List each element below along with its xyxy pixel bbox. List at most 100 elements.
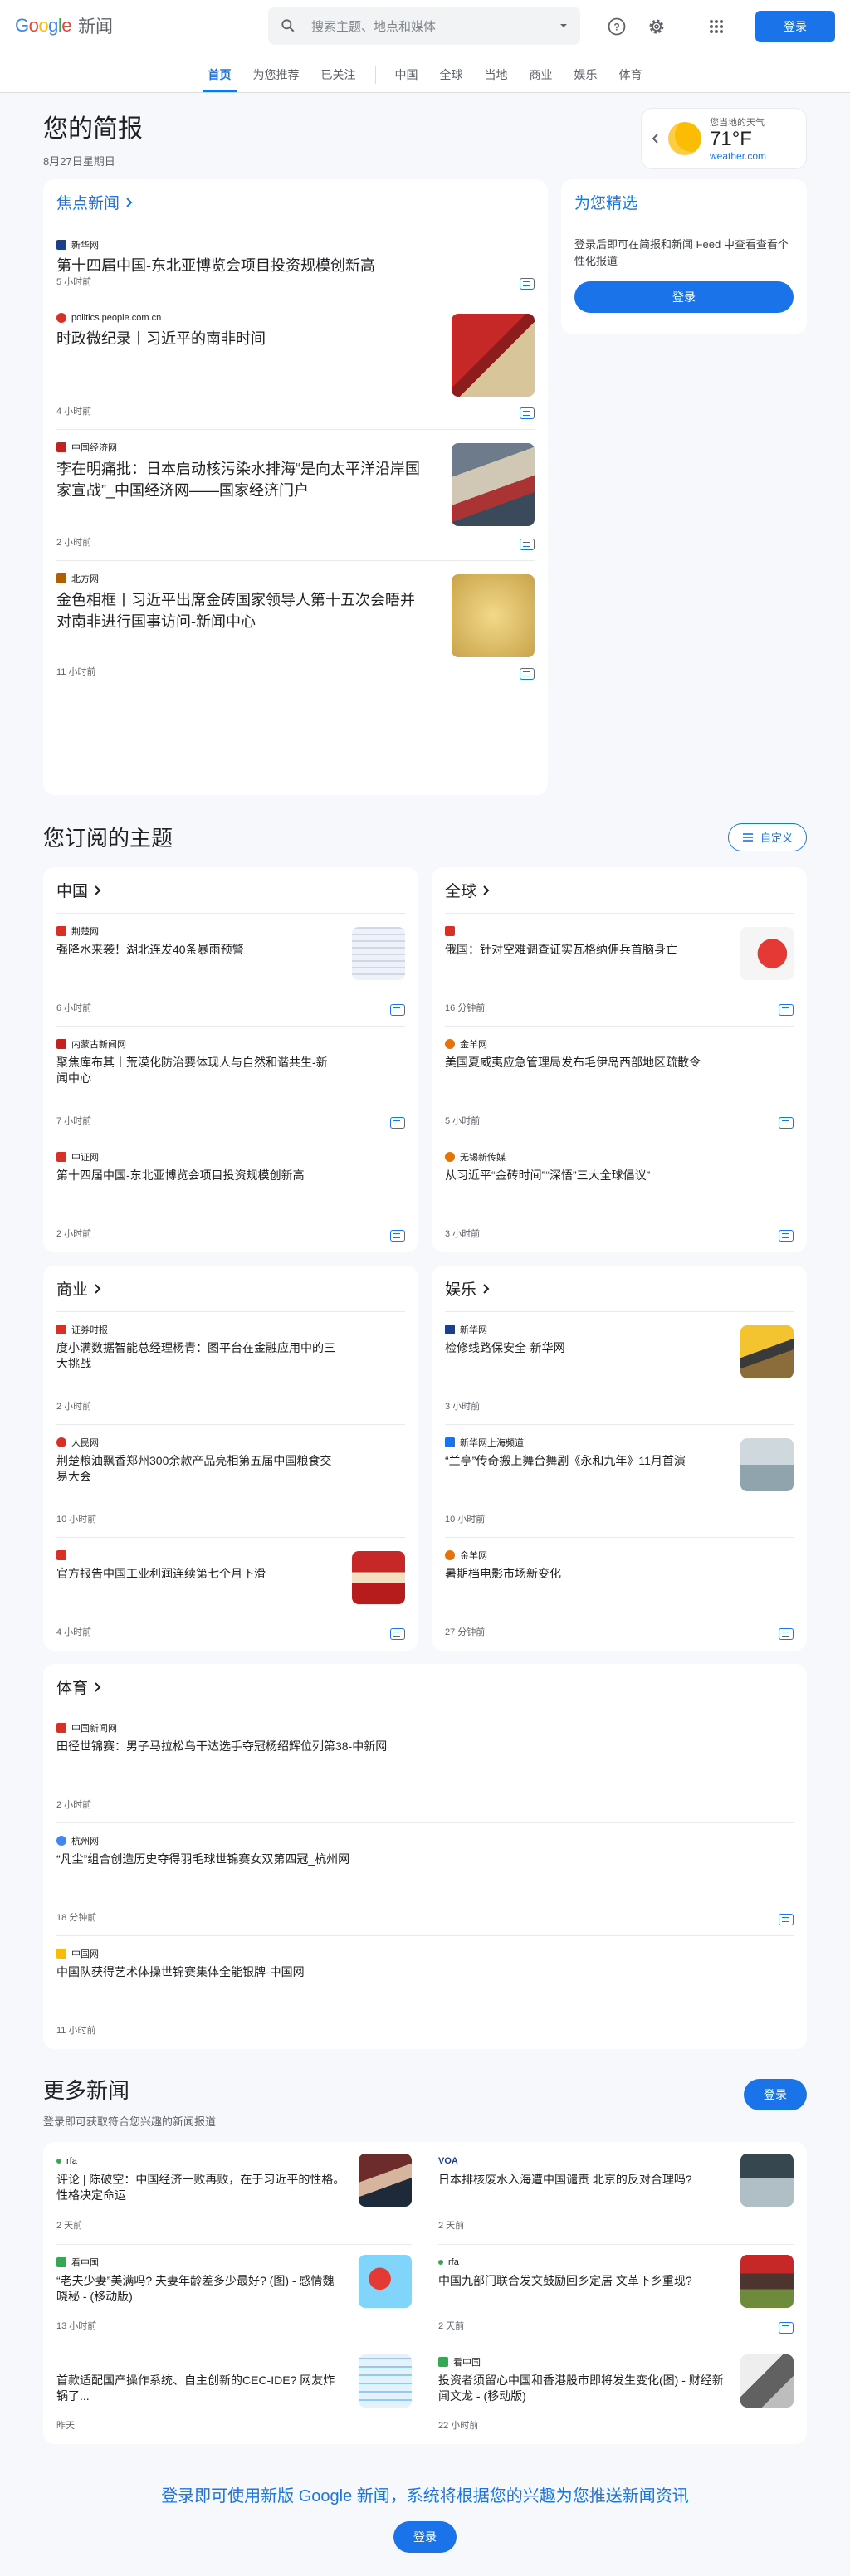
tab-business[interactable]: 商业	[519, 67, 564, 92]
top-article-2[interactable]: politics.people.com.cn 时政微纪录丨习近平的南非时间 4 …	[56, 300, 535, 429]
article-thumbnail[interactable]	[740, 2354, 794, 2408]
dropdown-arrow-icon[interactable]	[559, 21, 569, 31]
article-source[interactable]: 新华网	[71, 238, 99, 251]
article-source[interactable]: 新华网上海频道	[460, 1436, 524, 1449]
top-stories-title[interactable]: 焦点新闻	[56, 191, 120, 213]
weather-widget[interactable]: 您当地的天气 71°F weather.com	[641, 108, 807, 169]
chevron-left-icon[interactable]	[652, 133, 660, 144]
full-coverage-icon[interactable]	[390, 1117, 405, 1129]
article-title[interactable]: 美国夏威夷应急管理局发布毛伊岛西部地区疏散令	[445, 1055, 794, 1071]
topic-heading[interactable]: 商业	[43, 1266, 418, 1311]
article-source[interactable]: VOA	[438, 2156, 458, 2166]
article-source[interactable]: 中证网	[71, 1150, 99, 1164]
article-source[interactable]: 证券时报	[71, 1323, 108, 1336]
settings-gear-icon[interactable]	[646, 16, 667, 37]
top-article-1[interactable]: 新华网 第十四届中国-东北亚博览会项目投资规模创新高 5 小时前	[56, 227, 535, 300]
article-source[interactable]: 金羊网	[460, 1037, 487, 1051]
full-coverage-icon[interactable]	[520, 668, 535, 680]
topic-title[interactable]: 中国	[56, 879, 88, 901]
article-source[interactable]: 杭州网	[71, 1834, 99, 1847]
topic-article[interactable]: 新华网 检修线路保安全-新华网 3 小时前	[445, 1311, 794, 1424]
tab-following[interactable]: 已关注	[310, 67, 367, 92]
topic-heading[interactable]: 全球	[432, 867, 807, 913]
topic-article[interactable]: 中国新闻网 田径世锦赛：男子马拉松乌干达选手夺冠杨绍辉位列第38-中新网 2 小时前	[56, 1710, 794, 1822]
topic-title[interactable]: 体育	[56, 1676, 88, 1698]
article-title[interactable]: 第十四届中国-东北亚博览会项目投资规模创新高	[56, 1168, 405, 1183]
article-thumbnail[interactable]	[740, 927, 794, 980]
full-coverage-icon[interactable]	[390, 1004, 405, 1016]
article-title[interactable]: 中国队获得艺术体操世锦赛集体全能银牌-中国网	[56, 1964, 794, 1980]
topic-heading[interactable]: 中国	[43, 867, 418, 913]
article-title[interactable]: 荆楚粮油飘香郑州300余款产品亮相第五届中国粮食交易大会	[56, 1453, 405, 1485]
tab-home[interactable]: 首页	[198, 67, 242, 92]
article-thumbnail[interactable]	[352, 927, 405, 980]
full-coverage-icon[interactable]	[390, 1230, 405, 1242]
topic-article[interactable]: 杭州网 “凡尘”组合创造历史夺得羽毛球世锦赛女双第四冠_杭州网 18 分钟前	[56, 1822, 794, 1935]
article-source[interactable]: 中国经济网	[71, 441, 117, 454]
full-coverage-icon[interactable]	[779, 1117, 794, 1129]
topic-article[interactable]: 无锡新传媒 从习近平“金砖时间”“深悟”三大全球倡议” 3 小时前	[445, 1139, 794, 1251]
article-title[interactable]: 从习近平“金砖时间”“深悟”三大全球倡议”	[445, 1168, 794, 1183]
article-thumbnail[interactable]	[359, 2154, 412, 2207]
article-thumbnail[interactable]	[740, 1438, 794, 1491]
more-article[interactable]: rfa 评论 | 陈破空：中国经济一败再败，在于习近平的性格。性格决定命运 2 天前	[56, 2144, 412, 2243]
topic-article[interactable]: 金羊网 美国夏威夷应急管理局发布毛伊岛西部地区疏散令 5 小时前	[445, 1026, 794, 1139]
more-article[interactable]: rfa 中国九部门联合发文鼓励回乡定居 文革下乡重现? 2 天前	[438, 2243, 794, 2344]
topic-title[interactable]: 全球	[445, 879, 476, 901]
topic-title[interactable]: 商业	[56, 1277, 88, 1300]
article-source[interactable]: 人民网	[71, 1436, 99, 1449]
article-thumbnail[interactable]	[452, 574, 535, 657]
tab-for-you[interactable]: 为您推荐	[242, 67, 310, 92]
full-coverage-icon[interactable]	[779, 1914, 794, 1925]
apps-grid-icon[interactable]	[706, 16, 727, 37]
weather-source-link[interactable]: weather.com	[710, 150, 766, 162]
article-title[interactable]: 度小满数据智能总经理杨青：图平台在金融应用中的三大挑战	[56, 1340, 405, 1372]
full-coverage-icon[interactable]	[779, 1230, 794, 1242]
header-signin-button[interactable]: 登录	[755, 11, 835, 42]
more-article[interactable]: 看中国 投资者须留心中国和香港股市即将发生变化(图) - 财经新闻文龙 - (移动…	[438, 2344, 794, 2443]
article-title[interactable]: 暑期档电影市场新变化	[445, 1566, 794, 1582]
picks-signin-button[interactable]: 登录	[574, 281, 794, 313]
article-source[interactable]: 中国新闻网	[71, 1721, 117, 1734]
top-stories-heading[interactable]: 焦点新闻	[43, 179, 548, 227]
article-thumbnail[interactable]	[352, 1551, 405, 1604]
article-thumbnail[interactable]	[359, 2354, 412, 2408]
article-source[interactable]: 中国网	[71, 1947, 99, 1960]
article-source[interactable]: 金羊网	[460, 1549, 487, 1562]
article-source[interactable]: 内蒙古新闻网	[71, 1037, 126, 1051]
topic-article[interactable]: 中国网 中国队获得艺术体操世锦赛集体全能银牌-中国网 11 小时前	[56, 1935, 794, 2048]
article-source[interactable]: 荆楚网	[71, 925, 99, 938]
tab-world[interactable]: 全球	[429, 67, 474, 92]
topic-article[interactable]: 证券时报 度小满数据智能总经理杨青：图平台在金融应用中的三大挑战 2 小时前	[56, 1311, 405, 1424]
article-thumbnail[interactable]	[740, 1325, 794, 1378]
article-title[interactable]: 聚焦库布其丨荒漠化防治要体现人与自然和谐共生-新闻中心	[56, 1055, 405, 1086]
article-thumbnail[interactable]	[740, 2254, 794, 2308]
article-thumbnail[interactable]	[359, 2254, 412, 2308]
article-source[interactable]: politics.people.com.cn	[71, 313, 161, 323]
article-source[interactable]: rfa	[448, 2257, 459, 2267]
help-icon[interactable]: ?	[606, 16, 628, 37]
search-placeholder[interactable]: 搜索主题、地点和媒体	[311, 17, 559, 35]
full-coverage-icon[interactable]	[520, 278, 535, 290]
article-thumbnail[interactable]	[740, 2154, 794, 2207]
more-article[interactable]: 看中国 “老夫少妻”美满吗? 夫妻年龄差多少最好? (图) - 感情魏晓秘 - (…	[56, 2243, 412, 2344]
top-article-3[interactable]: 中国经济网 李在明痛批：日本启动核污染水排海“是向太平洋沿岸国家宣战”_中国经济…	[56, 429, 535, 560]
topic-article[interactable]: 中证网 第十四届中国-东北亚博览会项目投资规模创新高 2 小时前	[56, 1139, 405, 1251]
article-title[interactable]: 田径世锦赛：男子马拉松乌干达选手夺冠杨绍辉位列第38-中新网	[56, 1739, 794, 1754]
tab-china[interactable]: 中国	[384, 67, 429, 92]
full-coverage-icon[interactable]	[390, 1628, 405, 1640]
search-box[interactable]: 搜索主题、地点和媒体	[268, 7, 580, 45]
article-source[interactable]: rfa	[66, 2156, 77, 2166]
topic-article[interactable]: 金羊网 暑期档电影市场新变化 27 分钟前	[445, 1537, 794, 1650]
full-coverage-icon[interactable]	[779, 1628, 794, 1640]
topic-article[interactable]: 俄国：针对空难调查证实瓦格纳佣兵首脑身亡 16 分钟前	[445, 913, 794, 1026]
article-title[interactable]: 第十四届中国-东北亚博览会项目投资规模创新高	[56, 256, 535, 276]
article-source[interactable]: 新华网	[460, 1323, 487, 1336]
article-source[interactable]: 看中国	[453, 2355, 481, 2369]
topic-heading[interactable]: 娱乐	[432, 1266, 807, 1311]
footer-signin-button[interactable]: 登录	[393, 2521, 457, 2553]
article-source[interactable]: 北方网	[71, 572, 99, 585]
topic-article[interactable]: 新华网上海频道 “兰亭”传奇搬上舞台舞剧《永和九年》11月首演 10 小时前	[445, 1424, 794, 1537]
full-coverage-icon[interactable]	[779, 2321, 794, 2334]
tab-local[interactable]: 当地	[474, 67, 519, 92]
